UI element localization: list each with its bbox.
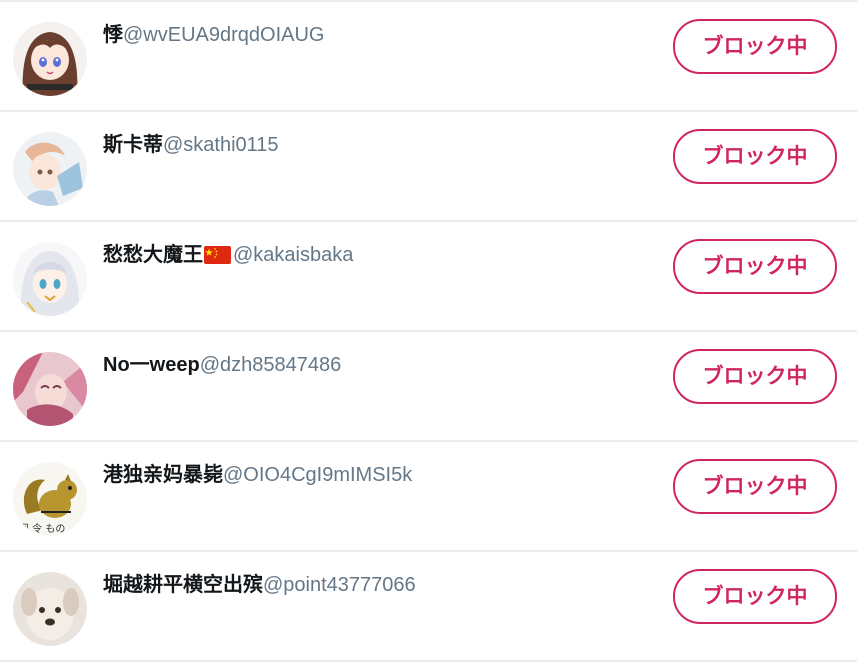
blocked-toggle-button[interactable]: ブロック中 [673,349,837,404]
user-row[interactable]: 悸@wvEUA9drqdOIAUG ブロック中 [0,2,857,112]
display-name[interactable]: 堀越耕平横空出殡 [103,574,263,596]
display-name[interactable]: 斯卡蒂 [103,134,163,156]
screen-name[interactable]: @OIO4CgI9mIMSI5k [223,464,412,486]
user-name-line: 愁愁大魔王 @kakaisbaka [103,242,353,268]
blocked-toggle-button[interactable]: ブロック中 [673,19,837,74]
user-name-line: No一weep@dzh85847486 [103,352,341,378]
dog-avatar-icon[interactable] [13,572,87,646]
user-row[interactable]: 斯卡蒂@skathi0115 ブロック中 [0,112,857,222]
user-row[interactable]: 司 令 もの 港独亲妈暴毙@OIO4CgI9mIMSI5k ブロック中 [0,442,857,552]
screen-name[interactable]: @kakaisbaka [233,244,353,266]
blocked-toggle-button[interactable]: ブロック中 [673,129,837,184]
china-flag-icon [204,246,231,273]
screen-name[interactable]: @point43777066 [263,574,416,596]
blocked-users-list: 悸@wvEUA9drqdOIAUG ブロック中 斯卡蒂@skathi0115 ブ… [0,0,857,662]
display-name[interactable]: 港独亲妈暴毙 [103,464,223,486]
user-name-line: 港独亲妈暴毙@OIO4CgI9mIMSI5k [103,462,412,488]
blocked-toggle-button[interactable]: ブロック中 [673,569,837,624]
anime-sketch-avatar-icon[interactable] [13,132,87,206]
display-name[interactable]: No一weep [103,354,200,376]
display-name[interactable]: 悸 [103,24,123,46]
squirrel-avatar-icon[interactable]: 司 令 もの [13,462,87,536]
anime-girl-avatar-icon[interactable] [13,22,87,96]
user-name-line: 斯卡蒂@skathi0115 [103,132,279,158]
blocked-toggle-button[interactable]: ブロック中 [673,459,837,514]
user-row[interactable]: No一weep@dzh85847486 ブロック中 [0,332,857,442]
screen-name[interactable]: @skathi0115 [163,134,279,156]
user-name-line: 悸@wvEUA9drqdOIAUG [103,22,324,48]
blocked-toggle-button[interactable]: ブロック中 [673,239,837,294]
user-row[interactable]: 愁愁大魔王 @kakaisbaka ブロック中 [0,222,857,332]
white-hair-anime-avatar-icon[interactable] [13,242,87,316]
pink-anime-avatar-icon[interactable] [13,352,87,426]
screen-name[interactable]: @dzh85847486 [200,354,342,376]
display-name[interactable]: 愁愁大魔王 [103,244,203,266]
screen-name[interactable]: @wvEUA9drqdOIAUG [123,24,324,46]
svg-text:司 令 もの: 司 令 もの [19,522,65,535]
user-row[interactable]: 堀越耕平横空出殡@point43777066 ブロック中 [0,552,857,662]
user-name-line: 堀越耕平横空出殡@point43777066 [103,572,416,598]
